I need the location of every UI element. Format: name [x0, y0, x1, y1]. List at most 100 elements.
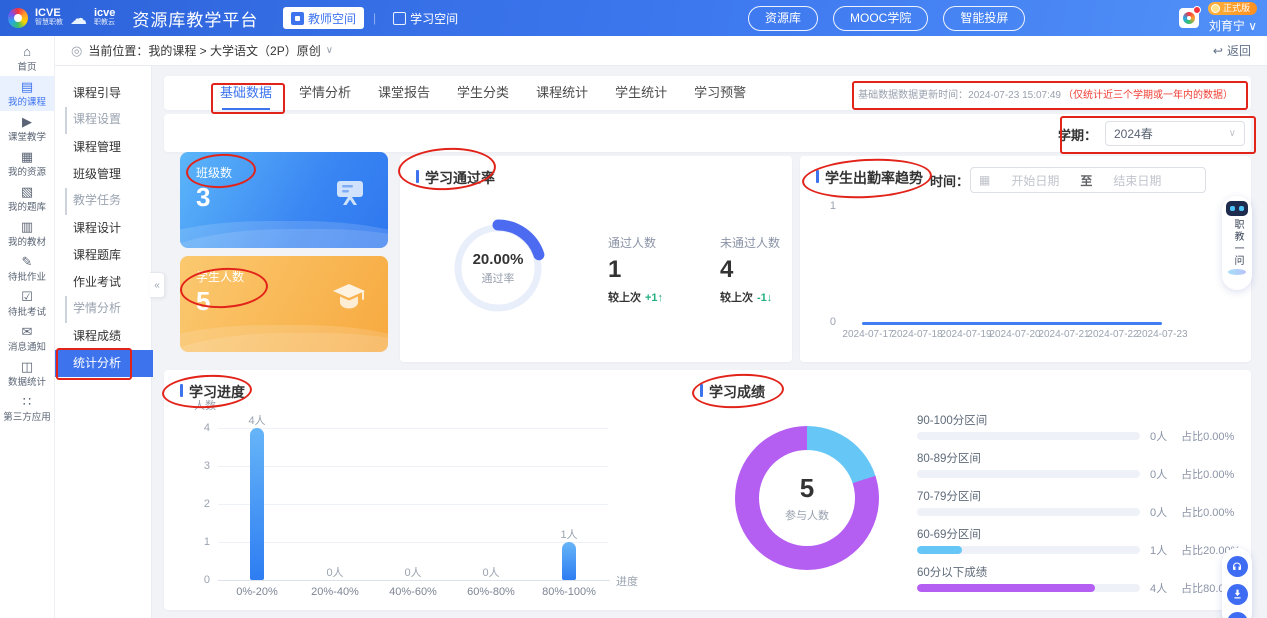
- menu-item-statistical-analysis[interactable]: 统计分析: [55, 350, 153, 377]
- sidebar-item-my-courses[interactable]: ▤我的课程: [0, 76, 54, 111]
- classroom-icon: ▶: [22, 115, 32, 128]
- scores-center-label: 参与人数: [785, 507, 829, 523]
- failed-stat: 未通过人数 4 较上次-1↓: [720, 234, 780, 305]
- score-legend-row: 60-69分区间1人占比20.00%: [917, 526, 1247, 554]
- app-title: 资源库教学平台: [132, 6, 258, 31]
- score-legend-count: 1人: [1150, 542, 1167, 558]
- more-actions-icon[interactable]: [1227, 612, 1248, 618]
- sidebar-item-my-resources[interactable]: ▦我的资源: [0, 146, 54, 181]
- sidebar-item-notifications[interactable]: ✉消息通知: [0, 321, 54, 356]
- nav-teacher-space[interactable]: 教师空间: [283, 7, 364, 29]
- tab-class-report[interactable]: 课堂报告: [378, 76, 430, 110]
- semester-bar: 学期： 2024春 ∨: [164, 114, 1251, 152]
- pass-rate-donut-chart: 20.00% 通过率: [448, 218, 548, 318]
- score-legend-value: 0人占比0.00%: [1150, 466, 1234, 482]
- menu-item-homework-exam[interactable]: 作业考试: [55, 269, 151, 296]
- icve-logo-icon: [8, 8, 28, 28]
- update-time-note: （仅统计近三个学期或一年内的数据）: [1063, 90, 1233, 101]
- score-legend-label: 60-69分区间: [917, 526, 1247, 542]
- user-caret-icon: ∨: [1248, 19, 1257, 33]
- pass-rate-panel: 学习通过率 20.00% 通过率 通过人数 1 较上次+1↑ 未通过人数 4 较…: [400, 156, 792, 362]
- students-count-value: 5: [196, 286, 210, 317]
- user-area[interactable]: 正式版 刘育宁 ∨: [1208, 2, 1257, 34]
- breadcrumb-caret-icon[interactable]: ∨: [326, 45, 333, 56]
- sidebar-item-label: 数据统计: [8, 374, 46, 388]
- score-legend-count: 0人: [1150, 466, 1167, 482]
- pass-rate-title: 学习通过率: [416, 168, 495, 188]
- apps-icon: ∷: [23, 395, 31, 408]
- tab-learning-analysis[interactable]: 学情分析: [299, 76, 351, 110]
- progress-ylabel: 人数: [194, 397, 216, 413]
- menu-item-class-management[interactable]: 班级管理: [55, 161, 151, 188]
- menu-item-course-question-bank[interactable]: 课程题库: [55, 242, 151, 269]
- menu-item-course-grades[interactable]: 课程成绩: [55, 323, 151, 350]
- download-icon[interactable]: [1227, 584, 1248, 605]
- progress-y-tick: 1: [184, 536, 210, 548]
- semester-select[interactable]: 2024春 ∨: [1105, 121, 1245, 146]
- page: ICVE 智慧职教 ☁ icve 职教云 资源库教学平台 教师空间|学习空间 资…: [0, 0, 1267, 618]
- end-date-input[interactable]: 结束日期: [1096, 172, 1178, 189]
- progress-gridline: [218, 504, 608, 505]
- message-icon: ✉: [22, 325, 33, 338]
- sidebar-item-home[interactable]: ⌂首页: [0, 41, 54, 76]
- attendance-x-tick: 2024-07-23: [1130, 329, 1194, 340]
- score-legend-bar: [917, 584, 1140, 592]
- exam-icon: ☑: [21, 290, 33, 303]
- blackboard-icon: [332, 178, 368, 213]
- tab-student-classification[interactable]: 学生分类: [457, 76, 509, 110]
- sidebar-item-label: 课堂教学: [8, 129, 46, 143]
- score-legend-bar: [917, 508, 1140, 516]
- progress-bar: [562, 542, 576, 580]
- teacher-space-icon: [291, 12, 304, 25]
- back-icon: ↩: [1213, 44, 1223, 58]
- students-count-label: 学生人数: [196, 268, 244, 285]
- sidebar-item-question-bank[interactable]: ▧我的题库: [0, 181, 54, 216]
- sidebar-item-pending-exams[interactable]: ☑待批考试: [0, 286, 54, 321]
- customer-service-icon[interactable]: [1227, 556, 1248, 577]
- logo-secondary-name: icve: [94, 8, 115, 18]
- tab-learning-warning[interactable]: 学习预警: [694, 76, 746, 110]
- sidebar-item-textbooks[interactable]: ▥我的教材: [0, 216, 54, 251]
- nav-learning-space-label: 学习空间: [410, 10, 458, 27]
- header-button-resource-library[interactable]: 资源库: [748, 6, 818, 31]
- sidebar-item-classroom-teaching[interactable]: ▶课堂教学: [0, 111, 54, 146]
- learning-space-icon: [393, 12, 406, 25]
- sidebar-item-pending-homework[interactable]: ✎待批作业: [0, 251, 54, 286]
- menu-section-course-settings: 课程设置: [65, 107, 151, 134]
- start-date-input[interactable]: 开始日期: [994, 172, 1076, 189]
- semester-label: 学期：: [1058, 125, 1097, 144]
- tab-basic-data[interactable]: 基础数据: [220, 76, 272, 110]
- tab-bar: 基础数据学情分析课堂报告学生分类课程统计学生统计学习预警 基础数据数据更新时间：…: [164, 76, 1251, 110]
- cloud-logo-text: icve 职教云: [94, 8, 115, 28]
- progress-x-tick: 20%-40%: [296, 586, 374, 598]
- progress-y-tick: 4: [184, 422, 210, 434]
- score-legend-bar: [917, 470, 1140, 478]
- tab-course-statistics[interactable]: 课程统计: [536, 76, 588, 110]
- sidebar-collapse-button[interactable]: «: [150, 272, 165, 298]
- passed-value: 1: [608, 258, 663, 282]
- version-badge: 正式版: [1208, 2, 1257, 15]
- progress-gridline: [218, 466, 608, 467]
- date-range-picker[interactable]: ▦ 开始日期 至 结束日期: [970, 167, 1206, 193]
- user-name[interactable]: 刘育宁 ∨: [1209, 17, 1257, 34]
- header-button-mooc-academy[interactable]: MOOC学院: [833, 6, 928, 31]
- sidebar-item-data-statistics[interactable]: ◫数据统计: [0, 356, 54, 391]
- donut-center: 20.00% 通过率: [448, 218, 548, 318]
- menu-item-course-design[interactable]: 课程设计: [55, 215, 151, 242]
- menu-item-course-guide[interactable]: 课程引导: [55, 80, 151, 107]
- breadcrumb[interactable]: 当前位置：我的课程 > 大学语文（2P）原创: [88, 42, 320, 59]
- statistics-icon: ◫: [21, 360, 33, 373]
- sidebar-item-third-party-apps[interactable]: ∷第三方应用: [0, 391, 54, 426]
- menu-item-course-management[interactable]: 课程管理: [55, 134, 151, 161]
- tab-student-statistics[interactable]: 学生统计: [615, 76, 667, 110]
- app-notification-icon[interactable]: [1179, 8, 1199, 28]
- ai-assistant-button[interactable]: 职教一问: [1222, 196, 1252, 290]
- score-legend-ratio: 占比0.00%: [1181, 428, 1234, 444]
- header-button-smart-screen[interactable]: 智能投屏: [943, 6, 1025, 31]
- back-button[interactable]: ↩ 返回: [1213, 42, 1251, 59]
- app-header: ICVE 智慧职教 ☁ icve 职教云 资源库教学平台 教师空间|学习空间 资…: [0, 0, 1267, 36]
- back-label: 返回: [1227, 42, 1251, 59]
- score-legend-row: 60分以下成绩4人占比80.00%: [917, 564, 1247, 592]
- nav-learning-space[interactable]: 学习空间: [385, 7, 466, 29]
- progress-bar-value: 4人: [218, 412, 296, 428]
